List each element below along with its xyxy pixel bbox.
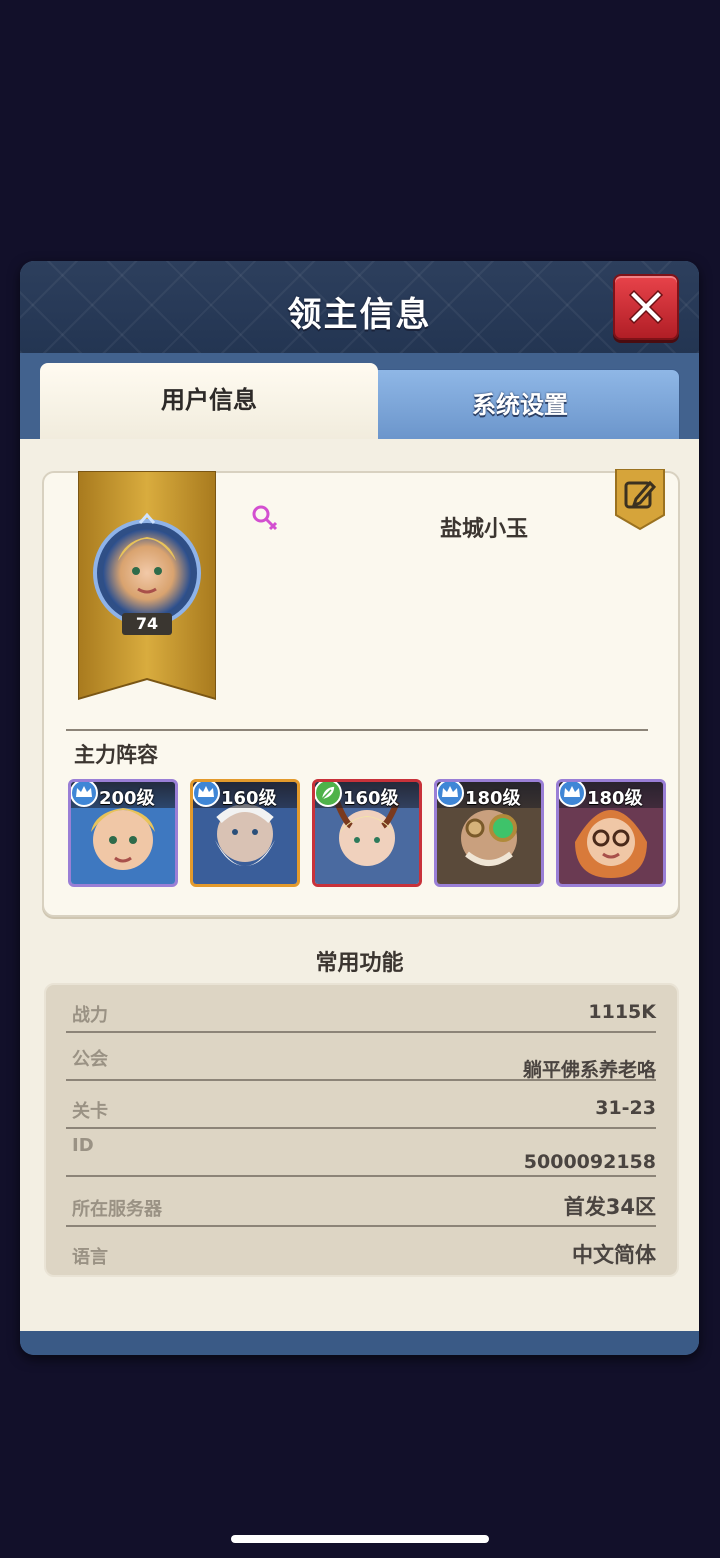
stat-value: 31-23 (595, 1097, 656, 1119)
edit-pencil-icon (615, 468, 665, 531)
leaf-icon (315, 782, 342, 807)
stat-value: 首发34区 (563, 1195, 656, 1219)
stat-value: 中文简体 (572, 1243, 656, 1267)
lineup-hero-3[interactable]: 160级 (312, 779, 422, 887)
player-name: 盐城小玉 (439, 517, 528, 542)
profile-card: 74 盐城小玉 主力阵容 200级 160级 160级 180级 180级 (42, 468, 680, 917)
avatar-banner[interactable]: 74 (77, 470, 217, 701)
profile-divider (66, 729, 648, 731)
hero-level: 180级 (465, 788, 521, 809)
dialog-footer (20, 1331, 699, 1355)
hero-level: 160级 (343, 788, 399, 809)
tab-content: 74 盐城小玉 主力阵容 200级 160级 160级 180级 180级 常用… (20, 439, 699, 1331)
lineup-hero-5[interactable]: 180级 (556, 779, 666, 887)
stat-row-power: 战力 1115K (66, 997, 656, 1033)
main-lineup-label: 主力阵容 (74, 743, 158, 767)
stat-label: 公会 (72, 1049, 108, 1070)
dialog-header: 领主信息 (20, 261, 699, 353)
lineup-hero-1[interactable]: 200级 (68, 779, 178, 887)
home-indicator[interactable] (231, 1535, 489, 1543)
lineup-hero-4[interactable]: 180级 (434, 779, 544, 887)
stat-row-stage: 关卡 31-23 (66, 1091, 656, 1129)
close-button[interactable] (613, 274, 679, 340)
crown-icon (193, 782, 220, 807)
tab-system-settings[interactable]: 系统设置 (360, 369, 680, 441)
crown-icon (559, 782, 586, 807)
stat-row-server: 所在服务器 首发34区 (66, 1185, 656, 1227)
stat-label: 语言 (72, 1247, 108, 1268)
tab-bar: 系统设置 用户信息 (20, 353, 699, 441)
crown-icon (71, 782, 98, 807)
stat-row-language: 语言 中文简体 (66, 1235, 656, 1269)
stat-label: ID (72, 1135, 94, 1156)
lineup-hero-2[interactable]: 160级 (190, 779, 300, 887)
edit-name-button[interactable] (614, 468, 666, 535)
hero-level: 180级 (587, 788, 643, 809)
close-icon (628, 289, 664, 325)
hero-level: 160级 (221, 788, 277, 809)
stats-card: 战力 1115K 公会 躺平佛系养老咯 关卡 31-23 ID 50000921… (44, 983, 679, 1277)
female-symbol-icon (250, 503, 280, 537)
stat-value: 1115K (588, 1001, 656, 1023)
banner-ribbon-icon (77, 470, 217, 701)
crown-icon (437, 782, 464, 807)
stat-row-id: ID 5000092158 (66, 1135, 656, 1177)
stat-label: 战力 (72, 1005, 108, 1026)
lord-info-dialog: 领主信息 系统设置 用户信息 74 盐城小玉 主力阵容 200级 160级 16… (20, 261, 699, 1355)
tab-user-info[interactable]: 用户信息 (40, 363, 378, 439)
stat-value: 躺平佛系养老咯 (522, 1059, 656, 1081)
stat-label: 关卡 (72, 1101, 108, 1122)
stat-value: 5000092158 (523, 1151, 656, 1173)
stat-label: 所在服务器 (72, 1199, 162, 1220)
common-functions-title: 常用功能 (315, 951, 404, 976)
stat-row-guild: 公会 躺平佛系养老咯 (66, 1043, 656, 1081)
hero-level: 200级 (99, 788, 155, 809)
dialog-title: 领主信息 (287, 295, 432, 335)
avatar-level-badge: 74 (122, 613, 172, 635)
